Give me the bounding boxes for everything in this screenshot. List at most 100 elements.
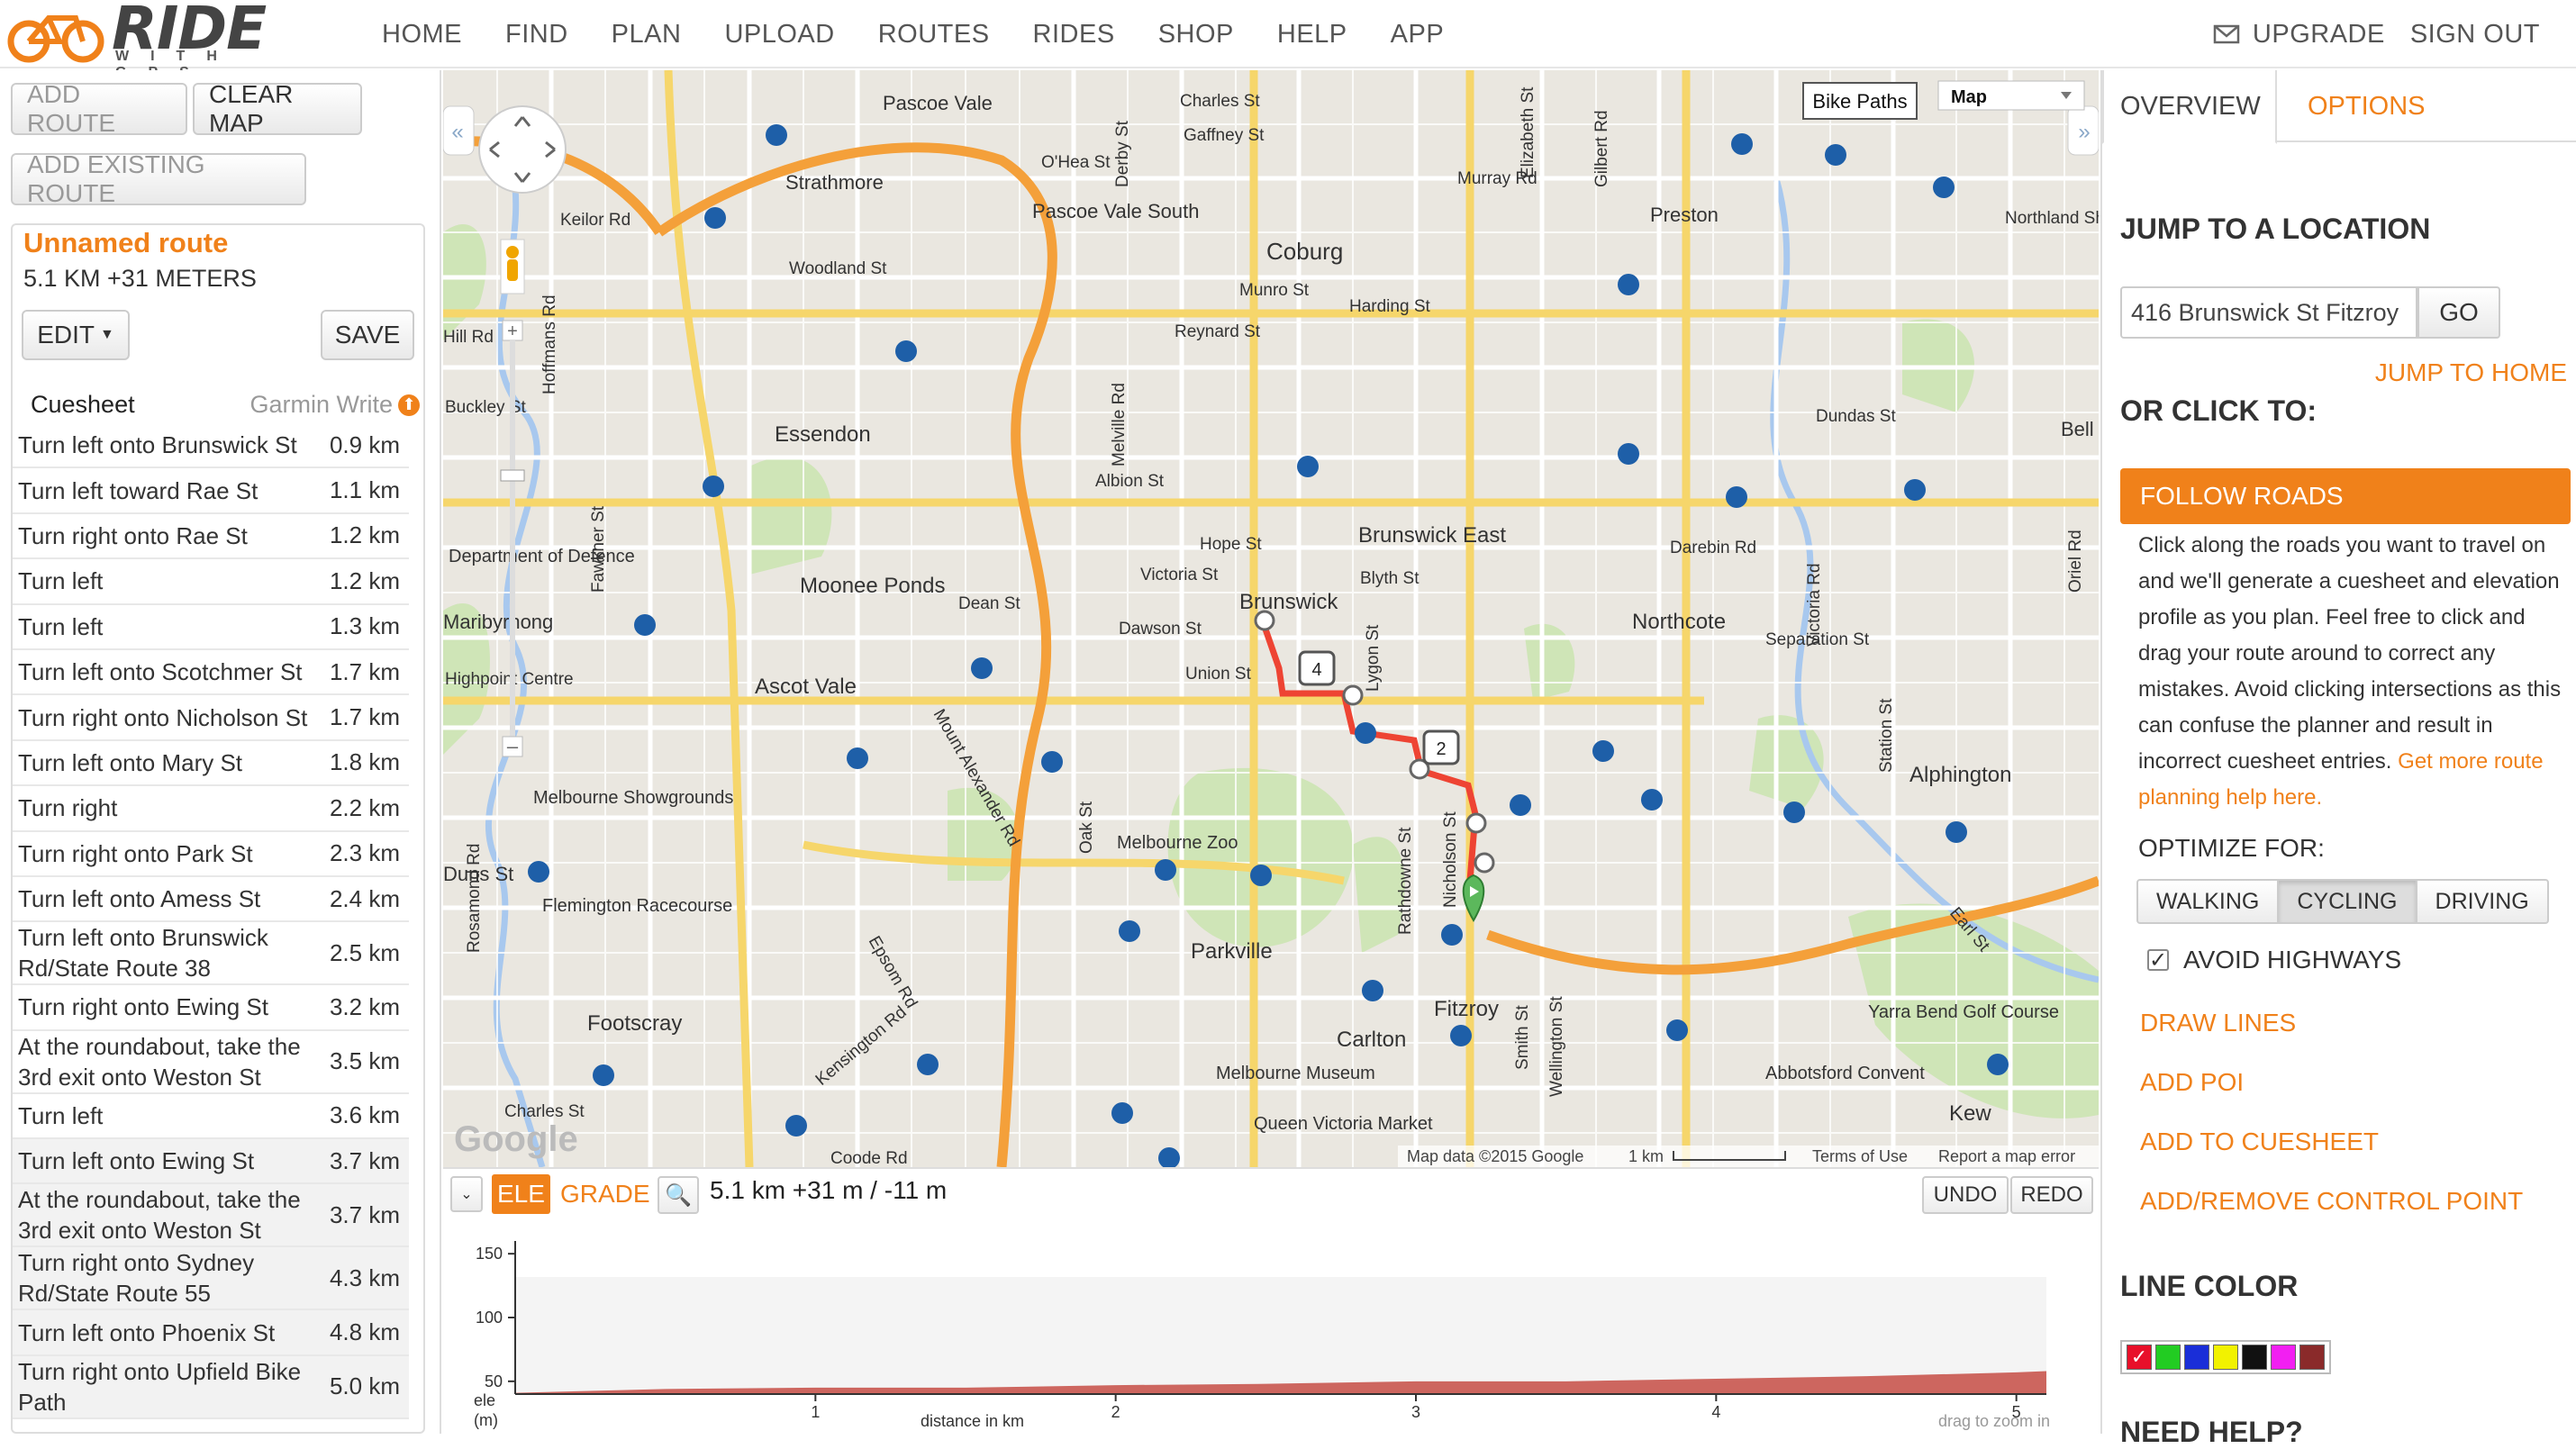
collapse-elevation-button[interactable]: ⌄ <box>450 1176 483 1212</box>
place-label: Woodland St <box>789 259 887 278</box>
place-label: Northcote <box>1632 610 1726 634</box>
garmin-label: Garmin Write <box>249 391 393 418</box>
bike-paths-toggle[interactable]: Bike Paths <box>1802 82 1918 120</box>
nav-upload[interactable]: UPLOAD <box>724 20 834 50</box>
street-view-pegman-icon[interactable] <box>500 239 525 294</box>
cue-row[interactable]: Turn right onto Nicholson St 1.7 km <box>13 695 409 741</box>
jump-title: JUMP TO A LOCATION <box>2120 213 2431 245</box>
nav-find[interactable]: FIND <box>505 20 568 50</box>
ele-tab[interactable]: ELE <box>492 1174 550 1214</box>
place-label: Dean St <box>958 594 1020 613</box>
logo[interactable]: RIDE WITH GPS <box>5 0 330 80</box>
color-swatch[interactable] <box>2271 1345 2296 1370</box>
color-swatch[interactable] <box>2155 1345 2181 1370</box>
route-name[interactable]: Unnamed route <box>23 227 228 259</box>
cue-text: Turn left <box>18 1101 104 1129</box>
cuesheet-list: Turn left onto Brunswick St 0.9 km Turn le… <box>13 423 409 1419</box>
jump-home-link[interactable]: JUMP TO HOME <box>2375 358 2567 387</box>
add-remove-control-point-link[interactable]: ADD/REMOVE CONTROL POINT <box>2140 1187 2523 1216</box>
pan-control[interactable] <box>478 105 567 194</box>
go-button[interactable]: GO <box>2417 286 2500 339</box>
chart-band <box>515 1277 2046 1394</box>
grade-tab[interactable]: GRADE <box>560 1174 650 1214</box>
mail-icon[interactable] <box>2213 23 2240 45</box>
cue-row[interactable]: Turn right 2.2 km <box>13 786 409 832</box>
cue-row[interactable]: Turn left onto Brunswick St 0.9 km <box>13 423 409 469</box>
cue-text: Turn left toward Rae St <box>18 476 259 504</box>
edit-dropdown[interactable]: EDIT ▼ <box>22 310 130 360</box>
cue-row[interactable]: Turn left toward Rae St 1.1 km <box>13 468 409 514</box>
redo-button[interactable]: REDO <box>2010 1176 2093 1214</box>
cue-distance: 3.6 km <box>329 1101 400 1129</box>
nav-help[interactable]: HELP <box>1277 20 1347 50</box>
cue-row[interactable]: Turn left onto Phoenix St 4.8 km <box>13 1310 409 1356</box>
follow-roads-button[interactable]: FOLLOW ROADS <box>2120 468 2571 524</box>
save-button[interactable]: SAVE <box>321 310 414 360</box>
add-to-cuesheet-link[interactable]: ADD TO CUESHEET <box>2140 1128 2379 1156</box>
collapse-right-panel-button[interactable]: » <box>2067 105 2099 156</box>
cue-row[interactable]: Turn right onto Sydney Rd/State Route 55… <box>13 1247 409 1311</box>
cue-row[interactable]: Turn right onto Upfield Bike Path 5.0 km <box>13 1355 409 1419</box>
cue-text: Turn left onto Brunswick Rd/State Route … <box>18 924 268 983</box>
color-swatch[interactable] <box>2184 1345 2209 1370</box>
color-swatch[interactable] <box>2242 1345 2267 1370</box>
undo-button[interactable]: UNDO <box>1922 1176 2009 1214</box>
draw-lines-link[interactable]: DRAW LINES <box>2140 1009 2296 1037</box>
garmin-write-link[interactable]: Garmin Write ⬆ <box>249 391 420 419</box>
optimize-cycling[interactable]: CYCLING <box>2277 879 2417 924</box>
place-label: Brunswick East <box>1358 523 1506 548</box>
color-swatch[interactable] <box>2299 1345 2325 1370</box>
nav-shop[interactable]: SHOP <box>1158 20 1234 50</box>
route-marker-4[interactable]: 4 <box>1298 650 1336 686</box>
tab-options[interactable]: OPTIONS <box>2291 70 2442 142</box>
location-input[interactable] <box>2120 286 2417 339</box>
cue-row[interactable]: At the roundabout, take the 3rd exit ont… <box>13 1184 409 1248</box>
cue-row[interactable]: Turn left onto Brunswick Rd/State Route … <box>13 922 409 986</box>
cue-row[interactable]: Turn left onto Mary St 1.8 km <box>13 741 409 787</box>
map-canvas[interactable]: 4 2 Pascoe Vale Charles St Gaffney St St… <box>443 70 2099 1167</box>
cue-distance: 4.3 km <box>329 1263 400 1291</box>
cue-row[interactable]: Turn right onto Rae St 1.2 km <box>13 514 409 560</box>
cue-row[interactable]: Turn left onto Scotchmer St 1.7 km <box>13 650 409 696</box>
place-label: Bell <box>2061 418 2094 440</box>
cue-row[interactable]: At the roundabout, take the 3rd exit ont… <box>13 1031 409 1094</box>
cue-row[interactable]: Turn right onto Ewing St 3.2 km <box>13 985 409 1031</box>
cue-row[interactable]: Turn left onto Ewing St 3.7 km <box>13 1139 409 1185</box>
nav-plan[interactable]: PLAN <box>612 20 682 50</box>
optimize-walking[interactable]: WALKING <box>2136 879 2280 924</box>
nav-home[interactable]: HOME <box>382 20 462 50</box>
checkbox-checked-icon[interactable]: ✓ <box>2147 948 2169 973</box>
nav-rides[interactable]: RIDES <box>1033 20 1115 50</box>
place-label: Strathmore <box>785 171 884 194</box>
cue-row[interactable]: Turn right onto Park St 2.3 km <box>13 832 409 877</box>
upgrade-link[interactable]: UPGRADE <box>2253 20 2385 50</box>
tab-overview[interactable]: OVERVIEW <box>2102 70 2277 144</box>
avoid-highways-option[interactable]: ✓ AVOID HIGHWAYS <box>2147 946 2401 974</box>
route-marker-2[interactable]: 2 <box>1422 729 1460 765</box>
zoom-elevation-button[interactable]: 🔍 <box>658 1176 699 1214</box>
place-label: Coburg <box>1266 238 1343 265</box>
cue-text: At the roundabout, take the 3rd exit ont… <box>18 1186 301 1245</box>
cue-row[interactable]: Turn left onto Amess St 2.4 km <box>13 877 409 923</box>
color-swatch[interactable]: ✓ <box>2127 1345 2152 1370</box>
place-label: Victoria Rd <box>1805 563 1824 647</box>
place-label: Queen Victoria Market <box>1254 1114 1433 1134</box>
map-type-select[interactable]: Map <box>1937 80 2085 111</box>
collapse-left-panel-button[interactable]: « <box>443 105 475 156</box>
elevation-chart[interactable]: 150100501 2 3 4 5 <box>443 1223 2099 1435</box>
clear-map-button[interactable]: CLEAR MAP <box>193 80 362 137</box>
cue-row[interactable]: Turn left 1.3 km <box>13 605 409 650</box>
color-swatch[interactable] <box>2213 1345 2238 1370</box>
y-tick-label: 50 <box>485 1372 503 1390</box>
add-route-button[interactable]: ADD ROUTE <box>11 80 187 137</box>
signout-link[interactable]: SIGN OUT <box>2410 20 2540 50</box>
nav-app[interactable]: APP <box>1391 20 1445 50</box>
optimize-driving[interactable]: DRIVING <box>2415 879 2549 924</box>
map[interactable]: 4 2 Pascoe Vale Charles St Gaffney St St… <box>443 70 2099 1167</box>
add-existing-route-button[interactable]: ADD EXISTING ROUTE <box>11 150 306 207</box>
place-label: Melbourne Museum <box>1216 1064 1375 1083</box>
nav-routes[interactable]: ROUTES <box>878 20 990 50</box>
add-poi-link[interactable]: ADD POI <box>2140 1068 2244 1097</box>
cue-row[interactable]: Turn left 1.2 km <box>13 559 409 605</box>
cue-row[interactable]: Turn left 3.6 km <box>13 1094 409 1140</box>
